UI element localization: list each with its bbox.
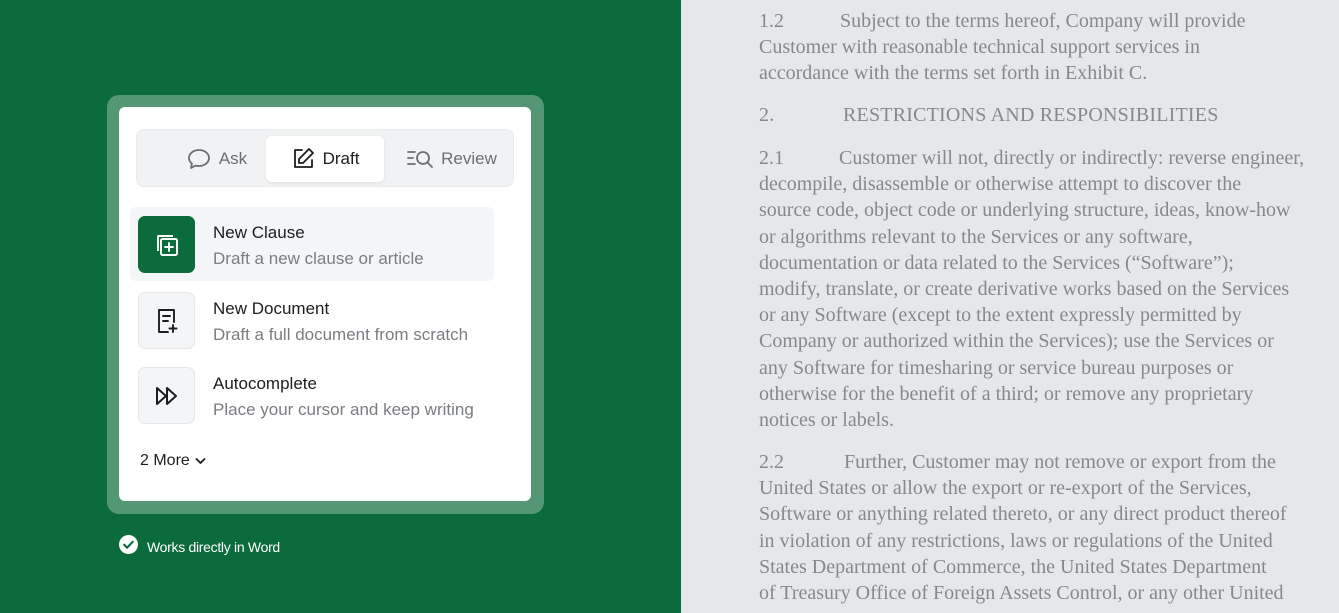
word-document[interactable]: 1.2 Subject to the terms hereof, Company … [681,0,1339,613]
tab-review-label: Review [441,149,497,168]
section-title: RESTRICTIONS AND RESPONSIBILITIES [843,104,1219,126]
check-circle-icon [119,535,138,559]
item-description: Draft a new clause or article [213,249,424,268]
paragraph-line: States Department of Commerce, the Unite… [759,555,1267,578]
works-in-word-badge: Works directly in Word [119,535,280,559]
paragraph-line: accordance with the terms set forth in E… [759,62,1148,85]
addin-card: Ask Draft Review New Clause Draft a new … [119,107,531,501]
edit-icon [291,147,315,171]
search-list-icon [407,148,434,170]
menu-item-new-document[interactable]: New Document Draft a full document from … [130,283,494,357]
new-document-icon [138,292,195,349]
paragraph-line: Software or anything related thereto, or… [759,503,1287,526]
paragraph-2-1: 2.1 Customer will not, directly or indire… [759,145,1304,433]
menu-item-autocomplete[interactable]: Autocomplete Place your cursor and keep … [130,358,494,432]
fast-forward-icon [138,367,195,424]
mode-tabs: Ask Draft Review [136,129,514,187]
tab-draft[interactable]: Draft [266,136,384,182]
paragraph-line: United States or allow the export or re-… [759,477,1252,500]
menu-item-new-clause[interactable]: New Clause Draft a new clause or article [130,207,494,281]
tab-draft-label: Draft [322,149,360,168]
item-description: Place your cursor and keep writing [213,400,474,419]
paragraph-line: documentation or data related to the Ser… [759,251,1234,274]
item-description: Draft a full document from scratch [213,325,469,344]
chevron-down-icon [195,452,206,470]
paragraph-line: Subject to the terms hereof, Company wil… [840,10,1246,32]
section-heading-2: 2. RESTRICTIONS AND RESPONSIBILITIES [759,102,1219,128]
item-title: New Document [213,299,330,318]
paragraph-line: or any Software (except to the extent ex… [759,304,1242,327]
paragraph-line: decompile, disassemble or otherwise atte… [759,173,1242,196]
section-number: 2. [759,104,775,126]
item-title: Autocomplete [213,374,317,393]
paragraph-line: of Treasury Office of Foreign Assets Con… [759,582,1284,605]
item-title: New Clause [213,223,305,242]
paragraph-number: 2.1 [759,147,784,169]
paragraph-2-2: 2.2 Further, Customer may not remove or e… [759,449,1287,606]
paragraph-line: in violation of any restrictions, laws o… [759,529,1273,552]
add-clause-icon [138,216,195,273]
more-label: 2 More [140,452,190,469]
more-button[interactable]: 2 More [140,452,206,470]
addin-frame: Ask Draft Review New Clause Draft a new … [107,95,544,514]
promo-panel: Ask Draft Review New Clause Draft a new … [0,0,681,613]
paragraph-line: source code, object code or underlying s… [759,199,1291,222]
paragraph-number: 1.2 [759,10,784,32]
paragraph-number: 2.2 [759,451,784,473]
paragraph-line: or algorithms relevant to the Services o… [759,225,1193,248]
tab-review[interactable]: Review [397,136,507,182]
paragraph-1-2: 1.2 Subject to the terms hereof, Company … [759,8,1245,87]
paragraph-line: modify, translate, or create derivative … [759,278,1290,301]
paragraph-line: notices or labels. [759,409,894,432]
paragraph-line: Company or authorized within the Service… [759,330,1274,353]
badge-text: Works directly in Word [147,539,280,555]
paragraph-line: Customer will not, directly or indirectl… [839,147,1305,169]
tab-ask[interactable]: Ask [157,136,277,182]
paragraph-line: Customer with reasonable technical suppo… [759,36,1200,59]
paragraph-line: Further, Customer may not remove or expo… [844,451,1276,473]
paragraph-line: otherwise for the benefit of a third; or… [759,382,1254,405]
chat-bubble-icon [187,148,211,170]
paragraph-line: any Software for timesharing or service … [759,356,1234,379]
tab-ask-label: Ask [218,149,248,168]
